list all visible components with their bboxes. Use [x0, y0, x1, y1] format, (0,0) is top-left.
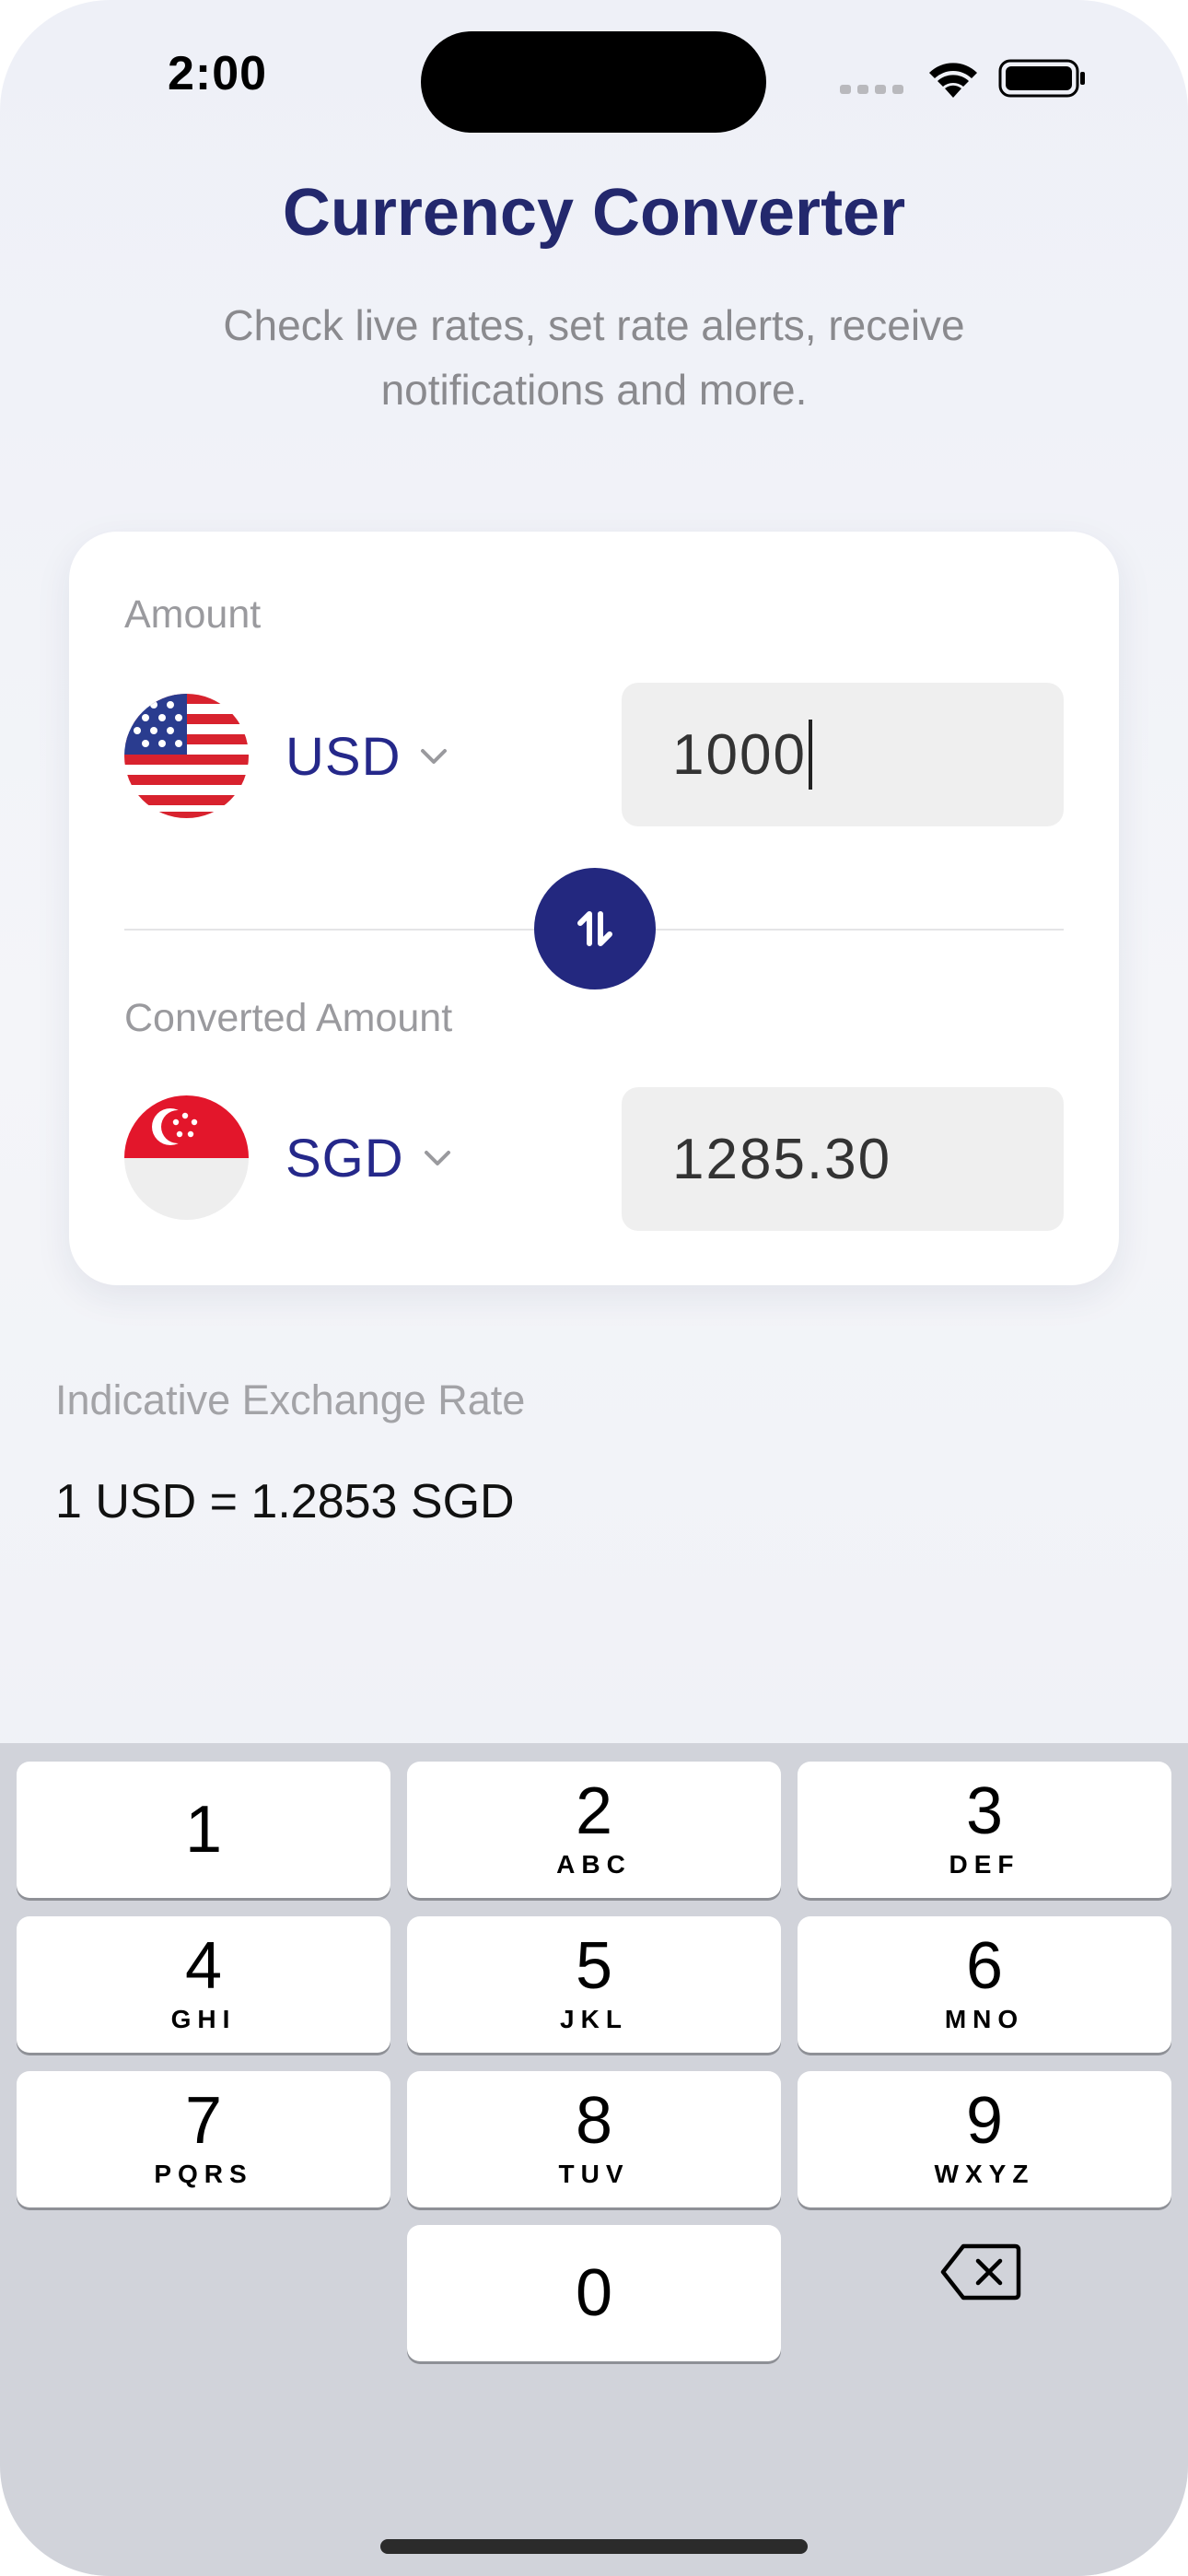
key-7[interactable]: 7 PQRS [17, 2071, 390, 2207]
from-currency-select[interactable]: USD [285, 710, 450, 802]
key-0[interactable]: 0 [407, 2225, 781, 2361]
to-currency-code: SGD [285, 1128, 404, 1188]
key-digit: 6 [965, 1929, 1004, 2003]
converted-amount-label: Converted Amount [124, 996, 453, 1040]
home-indicator [380, 2539, 808, 2554]
key-letters: PQRS [154, 2160, 253, 2188]
chevron-down-icon [421, 749, 448, 764]
key-digit: 2 [575, 1774, 613, 1848]
key-digit: 1 [184, 1793, 223, 1867]
key-1[interactable]: 1 [17, 1762, 390, 1898]
key-digit: 9 [965, 2084, 1004, 2158]
rate-value: 1 USD = 1.2853 SGD [55, 1475, 515, 1528]
chevron-down-icon [424, 1151, 450, 1165]
cellular-dots-icon [840, 85, 903, 94]
key-2[interactable]: 2 ABC [407, 1762, 781, 1898]
swap-arrows-icon [577, 911, 612, 946]
backspace-icon[interactable] [939, 2242, 1022, 2301]
status-icons [840, 55, 1089, 100]
wifi-icon [929, 63, 977, 98]
key-letters: JKL [560, 2005, 628, 2033]
converter-card: Amount USD 1000 Converted Amount SGD 128… [69, 532, 1119, 1285]
key-letters: GHI [170, 2005, 237, 2033]
key-digit: 0 [575, 2256, 613, 2330]
amount-input[interactable]: 1000 [622, 683, 1064, 826]
key-letters: ABC [556, 1850, 632, 1879]
key-5[interactable]: 5 JKL [407, 1916, 781, 2053]
battery-icon [998, 59, 1085, 98]
rate-label: Indicative Exchange Rate [55, 1376, 526, 1423]
sg-flag-icon [124, 1095, 249, 1220]
status-time: 2:00 [168, 47, 268, 100]
from-currency-code: USD [285, 726, 402, 787]
page-subtitle: Check live rates, set rate alerts, recei… [223, 301, 965, 414]
key-4[interactable]: 4 GHI [17, 1916, 390, 2053]
amount-label: Amount [124, 592, 262, 637]
swap-button[interactable] [534, 868, 656, 989]
amount-input-value: 1000 [672, 722, 807, 787]
key-digit: 7 [184, 2084, 223, 2158]
key-8[interactable]: 8 TUV [407, 2071, 781, 2207]
key-letters: TUV [558, 2160, 630, 2188]
to-currency-select[interactable]: SGD [285, 1112, 454, 1204]
dynamic-island [421, 31, 766, 133]
key-letters: DEF [949, 1850, 1020, 1879]
key-3[interactable]: 3 DEF [798, 1762, 1171, 1898]
converted-amount-field[interactable]: 1285.30 [622, 1087, 1064, 1231]
key-6[interactable]: 6 MNO [798, 1916, 1171, 2053]
text-caret [808, 720, 812, 790]
key-digit: 4 [184, 1929, 223, 2003]
key-digit: 3 [965, 1774, 1004, 1848]
key-9[interactable]: 9 WXYZ [798, 2071, 1171, 2207]
app-screen: 2:00 Currency Converter Check live rates… [0, 0, 1188, 2576]
key-digit: 8 [575, 2084, 613, 2158]
converted-amount-value: 1285.30 [672, 1127, 892, 1191]
key-digit: 5 [575, 1929, 613, 2003]
page-title: Currency Converter [282, 176, 906, 250]
key-letters: MNO [944, 2005, 1025, 2033]
us-flag-icon [124, 694, 249, 818]
key-letters: WXYZ [934, 2160, 1035, 2188]
